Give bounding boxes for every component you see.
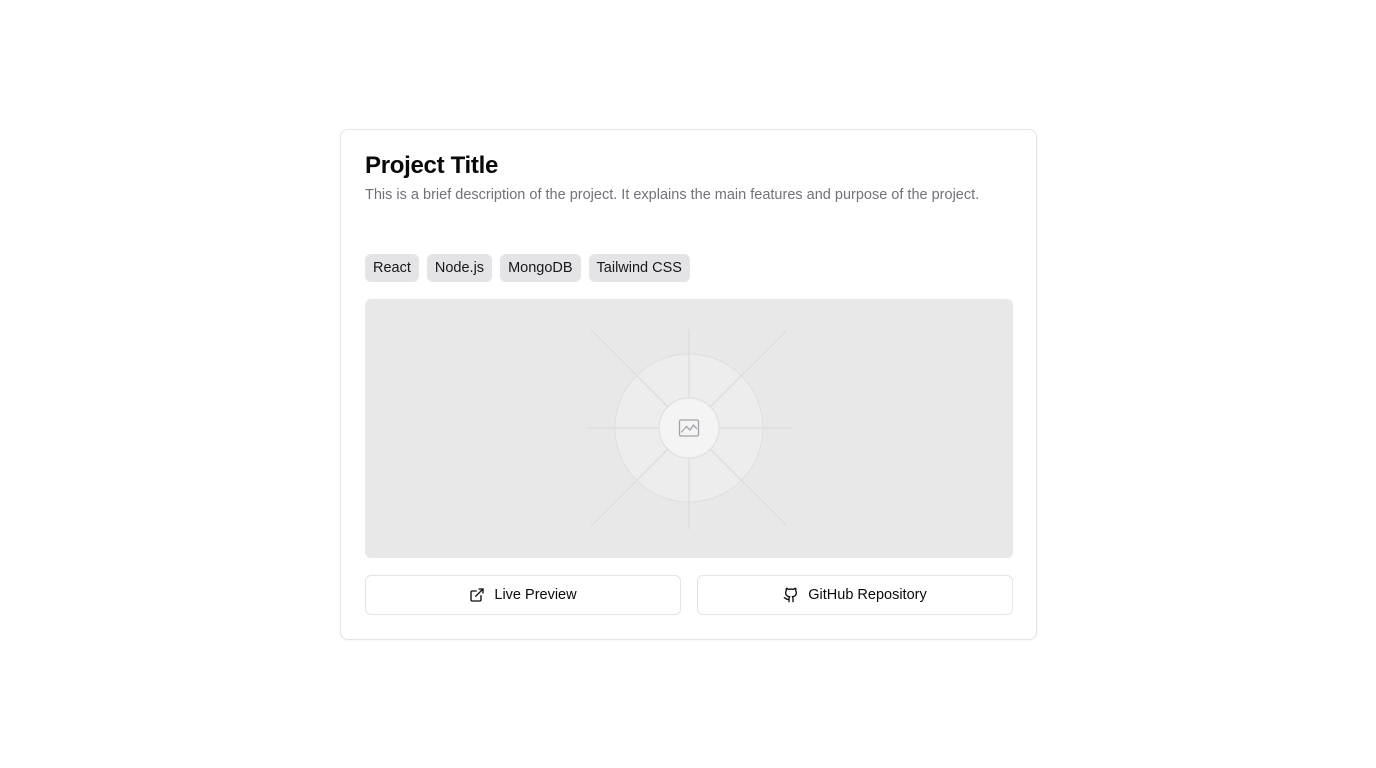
github-repository-label: GitHub Repository [808,587,927,603]
image-placeholder-graphic [587,329,793,529]
project-preview-image [365,299,1013,558]
action-buttons: Live Preview GitHub Repository [365,575,1013,615]
tech-tag: Tailwind CSS [588,254,690,282]
project-card: Project Title This is a brief descriptio… [340,129,1037,640]
live-preview-label: Live Preview [494,587,577,603]
github-icon [783,587,799,603]
project-title: Project Title [365,152,499,179]
live-preview-button[interactable]: Live Preview [365,575,681,615]
external-link-icon [469,587,485,603]
github-repository-button[interactable]: GitHub Repository [697,575,1013,615]
project-description: This is a brief description of the proje… [365,187,980,203]
tech-tag: MongoDB [500,254,581,282]
tech-tag: Node.js [426,254,493,282]
tech-tag-list: React Node.js MongoDB Tailwind CSS [365,254,690,282]
tech-tag: React [365,254,419,282]
